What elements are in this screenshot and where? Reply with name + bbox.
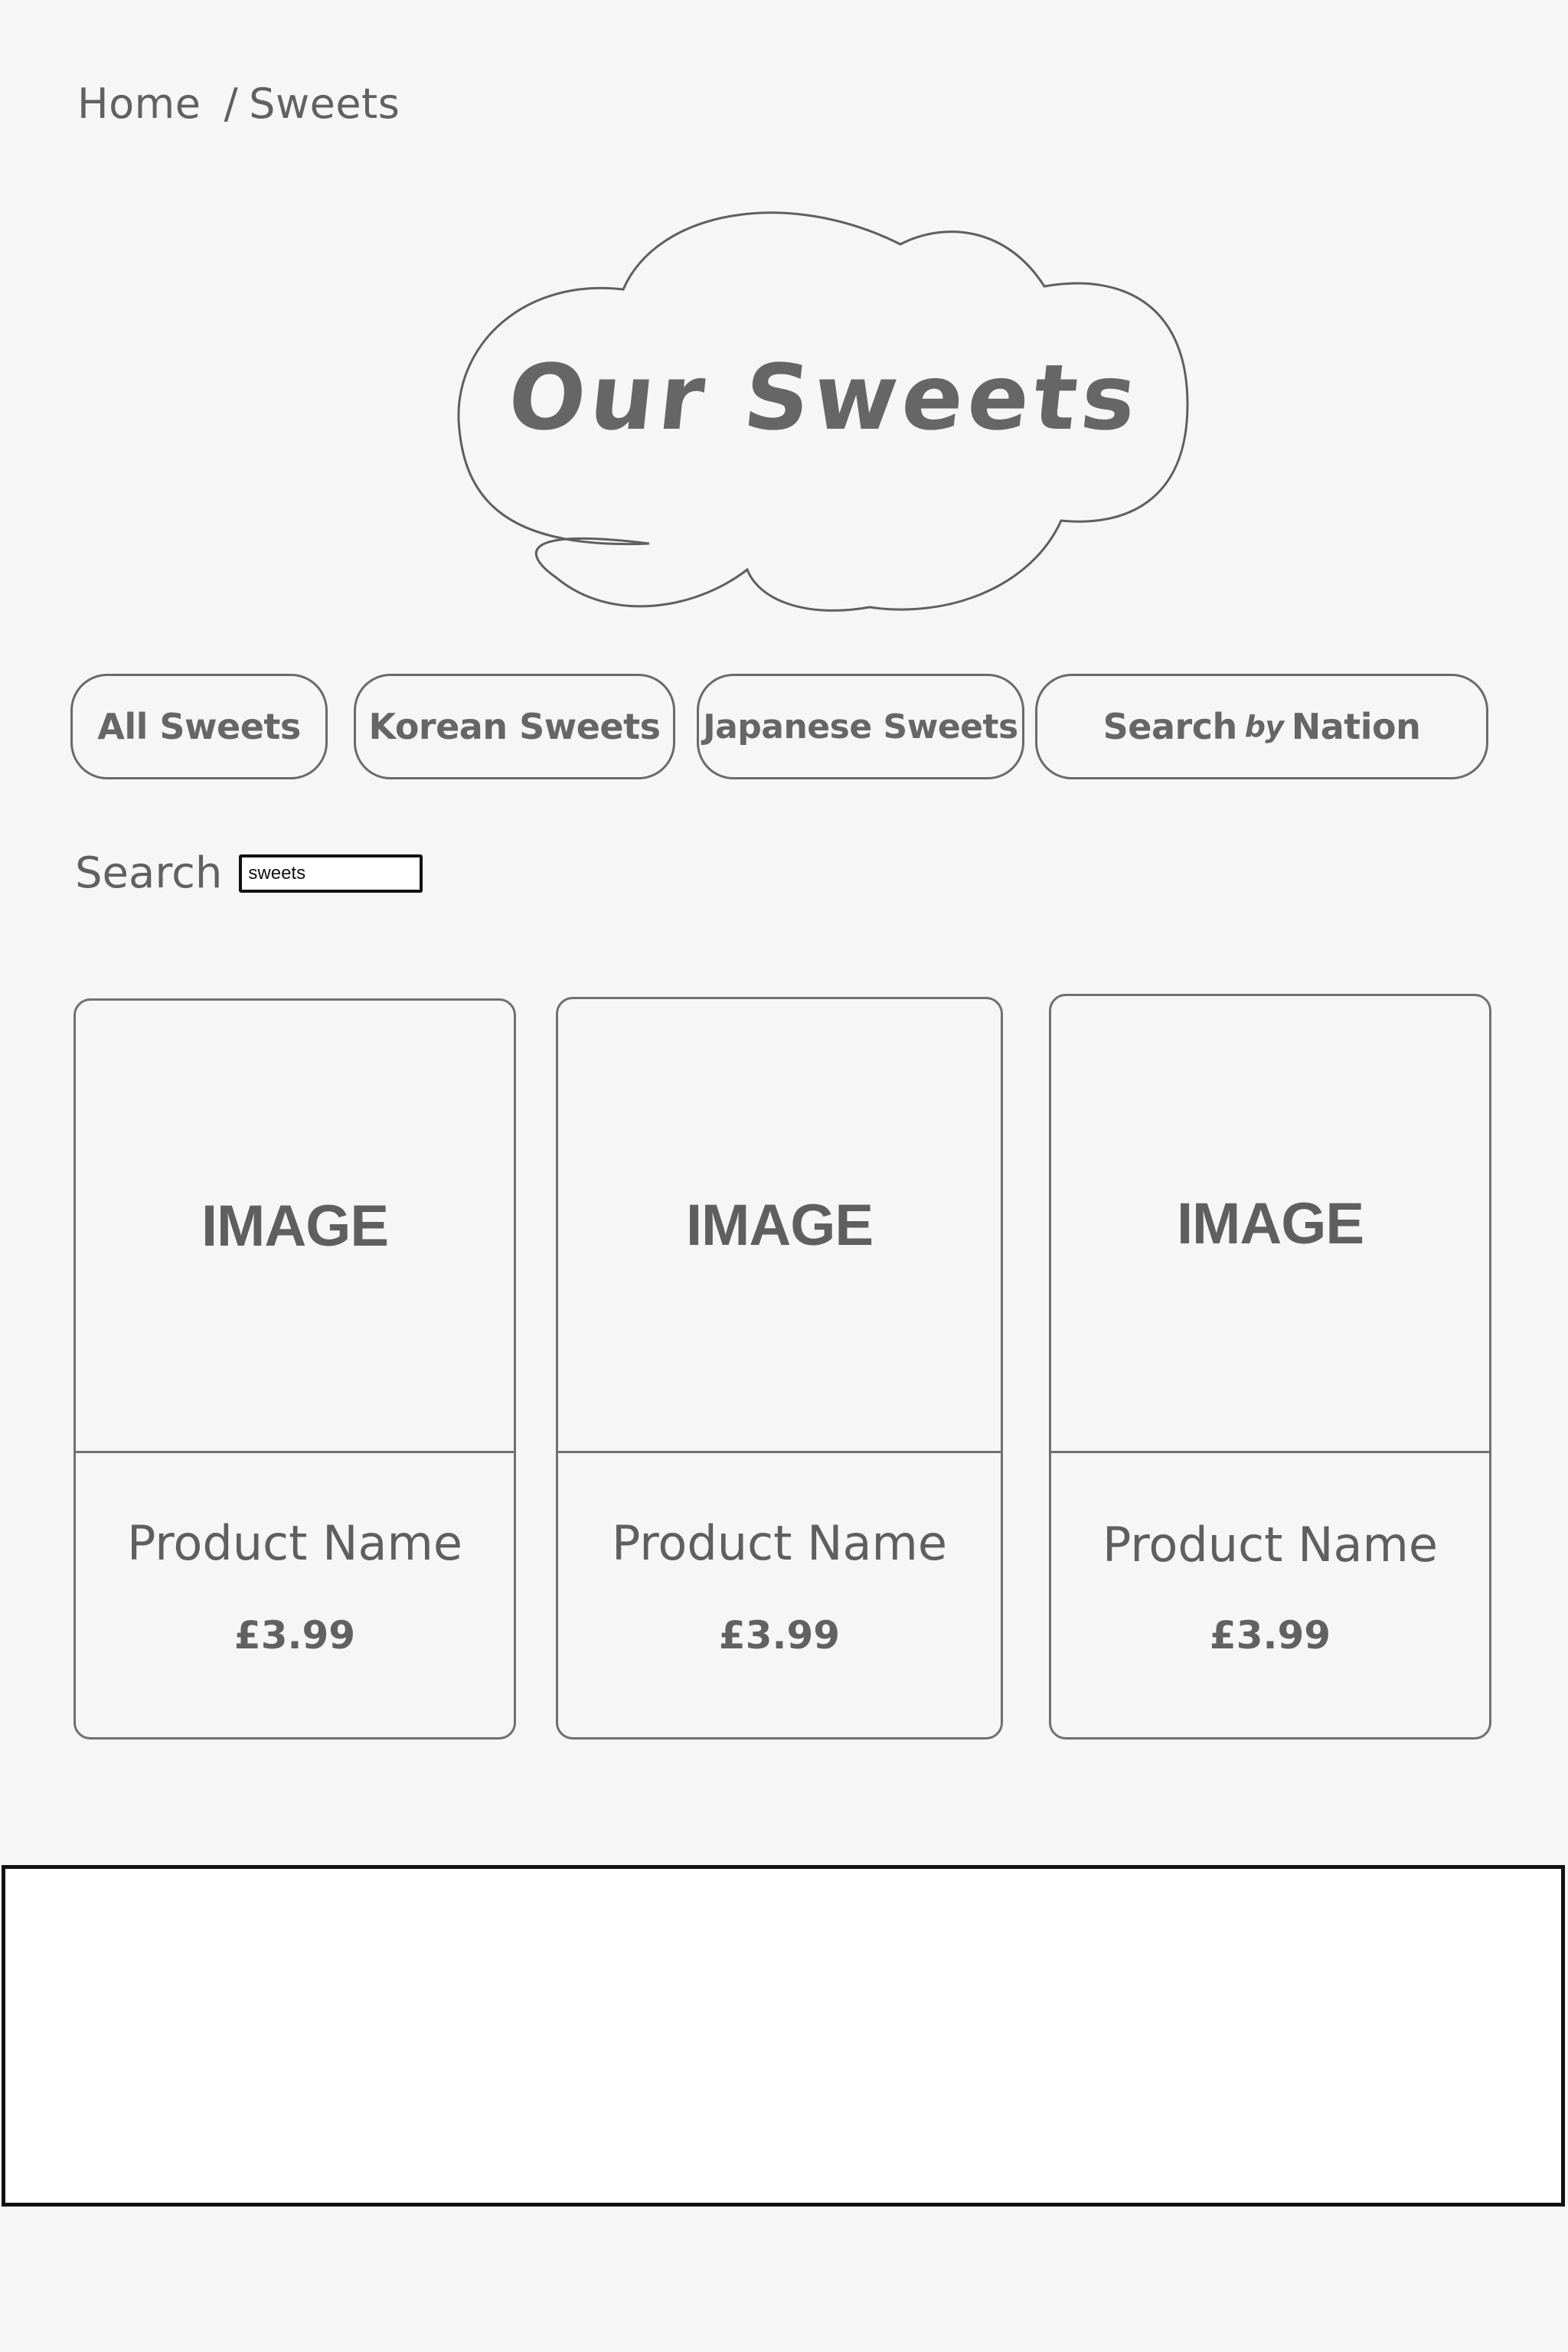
- breadcrumb-home-link[interactable]: Home: [77, 80, 201, 128]
- product-price: £3.99: [718, 1613, 841, 1658]
- page-heading-cloud: Our Sweets: [456, 190, 1193, 616]
- breadcrumb: Home / Sweets: [77, 80, 400, 128]
- product-name: Product Name: [1102, 1517, 1439, 1573]
- product-name: Product Name: [126, 1515, 463, 1571]
- search-row: Search: [75, 848, 423, 898]
- page-title: Our Sweets: [503, 345, 1146, 450]
- product-card[interactable]: IMAGE Product Name £3.99: [556, 997, 1003, 1740]
- search-by-nation-button[interactable]: Search by Nation: [1035, 674, 1488, 779]
- filter-bar: All Sweets Korean Sweets Japanese Sweets…: [0, 674, 1568, 781]
- product-image-placeholder: IMAGE: [558, 999, 1001, 1453]
- product-price: £3.99: [1209, 1613, 1331, 1658]
- breadcrumb-current: Sweets: [249, 80, 400, 128]
- search-input[interactable]: [239, 854, 423, 893]
- filter-all-sweets-button[interactable]: All Sweets: [70, 674, 328, 779]
- filter-korean-sweets-button[interactable]: Korean Sweets: [354, 674, 675, 779]
- product-card[interactable]: IMAGE Product Name £3.99: [1049, 994, 1491, 1740]
- product-price: £3.99: [234, 1613, 356, 1658]
- search-by-nation-label-by: by: [1244, 710, 1284, 743]
- filter-japanese-sweets-button[interactable]: Japanese Sweets: [697, 674, 1024, 779]
- search-label: Search: [75, 848, 223, 898]
- search-by-nation-label-search: Search: [1102, 706, 1238, 747]
- product-image-placeholder: IMAGE: [1051, 996, 1489, 1453]
- product-card[interactable]: IMAGE Product Name £3.99: [74, 998, 516, 1740]
- breadcrumb-separator: /: [224, 80, 239, 128]
- product-image-placeholder: IMAGE: [76, 1001, 514, 1453]
- search-by-nation-label-nation: Nation: [1291, 706, 1421, 747]
- product-name: Product Name: [611, 1515, 948, 1571]
- footer-placeholder-box: [2, 1865, 1565, 2207]
